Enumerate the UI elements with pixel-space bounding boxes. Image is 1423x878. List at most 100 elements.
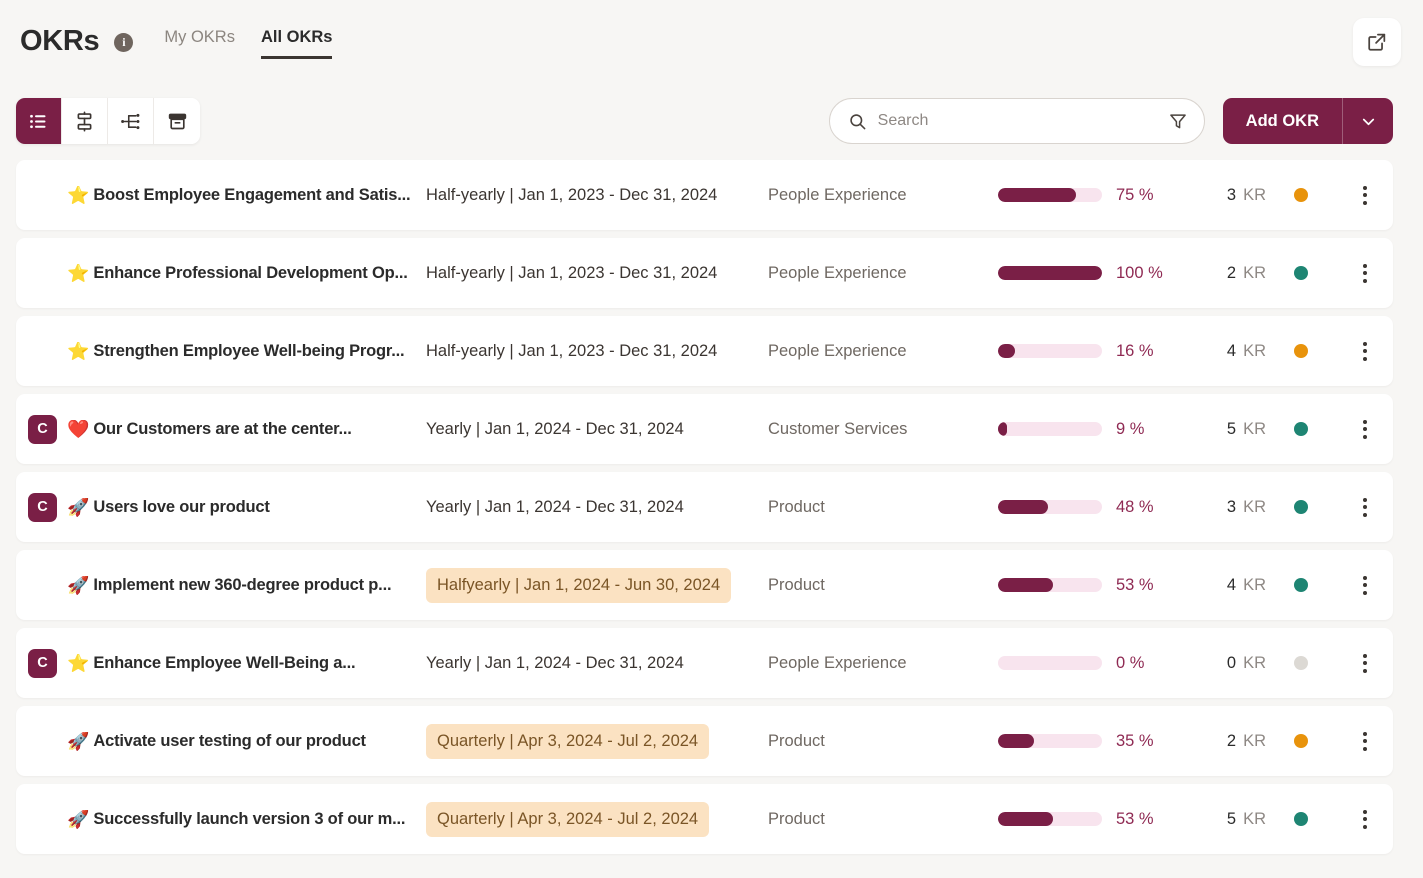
okr-row[interactable]: ⭐ Strengthen Employee Well-being Progr...… bbox=[16, 316, 1393, 386]
kebab-menu-icon bbox=[1362, 809, 1367, 829]
progress-bar-fill bbox=[998, 266, 1102, 280]
okr-team: People Experience bbox=[768, 263, 907, 282]
okr-row[interactable]: ⭐ Boost Employee Engagement and Satis... H… bbox=[16, 160, 1393, 230]
okr-progress-cell: 53 % bbox=[998, 810, 1198, 829]
kebab-menu-icon bbox=[1362, 497, 1367, 517]
info-icon[interactable]: i bbox=[114, 33, 134, 52]
progress-percent: 100 % bbox=[1116, 263, 1163, 282]
progress-bar-fill bbox=[998, 344, 1015, 358]
kebab-menu-icon bbox=[1362, 575, 1367, 595]
chevron-down-icon bbox=[1362, 118, 1374, 125]
okr-title-wrap: 🚀 Activate user testing of our product bbox=[67, 732, 366, 751]
kr-label: KR bbox=[1243, 419, 1266, 438]
okr-title-cell: C 🚀 Users love our product bbox=[16, 492, 426, 522]
okr-period: Yearly | Jan 1, 2024 - Dec 31, 2024 bbox=[426, 653, 684, 672]
okr-row-menu-button[interactable] bbox=[1336, 316, 1393, 386]
okr-status-cell bbox=[1266, 500, 1336, 514]
search-input[interactable] bbox=[877, 112, 1157, 130]
okr-title-wrap: ❤️ Our Customers are at the center... bbox=[67, 420, 352, 439]
okr-period-cell: Yearly | Jan 1, 2024 - Dec 31, 2024 bbox=[426, 491, 768, 524]
search-box[interactable] bbox=[828, 98, 1205, 144]
okr-status-cell bbox=[1266, 422, 1336, 436]
okr-row[interactable]: C 🚀 Users love our product Yearly | Jan 1, … bbox=[16, 472, 1393, 542]
progress-bar-track bbox=[998, 266, 1102, 280]
open-external-button[interactable] bbox=[1353, 18, 1401, 66]
okr-row[interactable]: C ❤️ Our Customers are at the center... Yea… bbox=[16, 394, 1393, 464]
add-okr-group: Add OKR bbox=[1222, 98, 1393, 144]
status-dot bbox=[1294, 812, 1308, 826]
okr-row[interactable]: 🚀 Successfully launch version 3 of our m.… bbox=[16, 784, 1393, 854]
okr-period: Quarterly | Apr 3, 2024 - Jul 2, 2024 bbox=[426, 723, 710, 759]
okr-row-menu-button[interactable] bbox=[1336, 472, 1393, 542]
progress-percent: 9 % bbox=[1116, 419, 1145, 438]
okr-row-menu-button[interactable] bbox=[1336, 628, 1393, 698]
okr-period: Quarterly | Apr 3, 2024 - Jul 2, 2024 bbox=[426, 801, 710, 837]
view-button-archive[interactable] bbox=[154, 98, 200, 144]
view-button-list[interactable] bbox=[16, 98, 62, 144]
okr-emoji-icon: ⭐ bbox=[67, 263, 90, 283]
okr-level-badge bbox=[28, 259, 57, 288]
okr-title-cell: ⭐ Enhance Professional Development Op... bbox=[16, 259, 426, 288]
filter-icon bbox=[1169, 114, 1186, 129]
okr-row-menu-button[interactable] bbox=[1336, 160, 1393, 230]
progress-bar-track bbox=[998, 422, 1102, 436]
add-okr-button[interactable]: Add OKR bbox=[1223, 98, 1343, 144]
status-dot bbox=[1294, 656, 1308, 670]
okr-row[interactable]: C ⭐ Enhance Employee Well-Being a... Yearly… bbox=[16, 628, 1393, 698]
okr-row-menu-button[interactable] bbox=[1336, 550, 1393, 620]
okr-row-menu-button[interactable] bbox=[1336, 238, 1393, 308]
kebab-menu-icon bbox=[1362, 419, 1367, 439]
progress-bar-fill bbox=[998, 734, 1035, 748]
kr-count: 2 bbox=[1226, 263, 1237, 282]
okr-status-cell bbox=[1266, 578, 1336, 592]
okr-row[interactable]: ⭐ Enhance Professional Development Op... H… bbox=[16, 238, 1393, 308]
okr-status-cell bbox=[1266, 812, 1336, 826]
okr-title: Strengthen Employee Well-being Progr... bbox=[93, 341, 405, 360]
okr-level-badge bbox=[28, 727, 57, 756]
archive-icon bbox=[168, 113, 186, 129]
progress-bar-track bbox=[998, 656, 1102, 670]
okr-row-menu-button[interactable] bbox=[1336, 394, 1393, 464]
okr-title-wrap: 🚀 Successfully launch version 3 of our m.… bbox=[67, 810, 405, 829]
okr-row-menu-button[interactable] bbox=[1336, 784, 1393, 854]
okr-status-cell bbox=[1266, 656, 1336, 670]
okr-row[interactable]: 🚀 Activate user testing of our product Qua… bbox=[16, 706, 1393, 776]
okr-emoji-icon: ❤️ bbox=[67, 419, 90, 439]
okr-row-menu-button[interactable] bbox=[1336, 706, 1393, 776]
okr-title: Our Customers are at the center... bbox=[93, 419, 352, 438]
okr-emoji-icon: 🚀 bbox=[67, 497, 90, 517]
tab-my-okrs[interactable]: My OKRs bbox=[164, 28, 235, 59]
okr-row[interactable]: 🚀 Implement new 360-degree product p... Ha… bbox=[16, 550, 1393, 620]
add-okr-dropdown-button[interactable] bbox=[1343, 98, 1393, 144]
progress-bar-track bbox=[998, 344, 1102, 358]
view-button-alignment[interactable] bbox=[62, 98, 108, 144]
okr-title-cell: ⭐ Strengthen Employee Well-being Progr... bbox=[16, 337, 426, 366]
kebab-menu-icon bbox=[1362, 731, 1367, 751]
okr-level-badge: C bbox=[28, 414, 57, 444]
kr-count: 3 bbox=[1226, 497, 1237, 516]
filter-button[interactable] bbox=[1168, 111, 1188, 131]
view-button-tree[interactable] bbox=[108, 98, 154, 144]
kr-count: 4 bbox=[1226, 341, 1237, 360]
okr-team: People Experience bbox=[768, 653, 907, 672]
tree-icon bbox=[121, 113, 140, 129]
progress-bar-track bbox=[998, 188, 1102, 202]
okr-kr-cell: 4 KR bbox=[1198, 342, 1266, 361]
okr-kr-cell: 5 KR bbox=[1198, 420, 1266, 439]
kr-count: 2 bbox=[1226, 731, 1237, 750]
kebab-menu-icon bbox=[1362, 263, 1367, 283]
progress-percent: 53 % bbox=[1116, 575, 1154, 594]
okr-level-badge: C bbox=[28, 492, 57, 522]
okr-period: Yearly | Jan 1, 2024 - Dec 31, 2024 bbox=[426, 497, 684, 516]
progress-percent: 35 % bbox=[1116, 731, 1154, 750]
okr-period-cell: Half-yearly | Jan 1, 2023 - Dec 31, 2024 bbox=[426, 257, 768, 290]
okr-team: Product bbox=[768, 731, 825, 750]
okr-progress-cell: 16 % bbox=[998, 342, 1198, 361]
okr-title-wrap: ⭐ Boost Employee Engagement and Satis... bbox=[67, 186, 410, 205]
okr-team: Product bbox=[768, 809, 825, 828]
okr-title-wrap: 🚀 Implement new 360-degree product p... bbox=[67, 576, 391, 595]
okr-level-badge bbox=[28, 571, 57, 600]
view-switcher bbox=[16, 98, 200, 144]
tab-all-okrs[interactable]: All OKRs bbox=[260, 28, 333, 59]
progress-bar-fill bbox=[998, 500, 1048, 514]
